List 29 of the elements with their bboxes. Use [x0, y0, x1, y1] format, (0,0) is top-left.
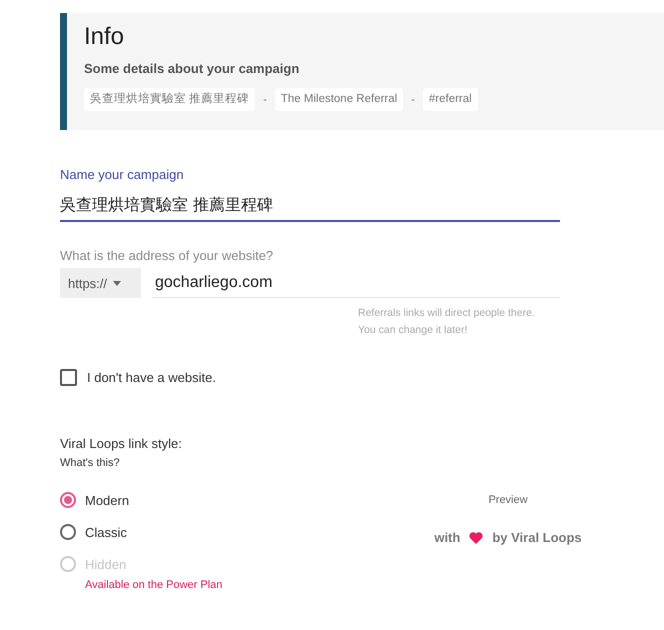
radio-label: Classic [85, 524, 127, 540]
campaign-tag: 吳查理烘培實驗室 推薦里程碑 [84, 88, 256, 111]
separator-text: - [263, 94, 267, 106]
separator-text: - [411, 94, 415, 106]
website-input[interactable]: gocharliego.com [152, 268, 560, 298]
help-text: You can change it later! [358, 323, 468, 338]
radio-button[interactable] [60, 524, 76, 540]
campaign-tag: #referral [422, 88, 478, 111]
radio-label: Modern [85, 492, 130, 508]
panel-subtitle: Some details about your campaign [84, 60, 300, 78]
radio-button[interactable] [60, 492, 76, 508]
field-label: What is the address of your website? [60, 248, 274, 264]
protocol-select[interactable]: https:// [60, 268, 141, 298]
preview-label: Preview [488, 493, 528, 508]
heart-icon [469, 532, 484, 544]
radio-label: Hidden [85, 556, 126, 572]
panel-title: Info [84, 23, 124, 51]
help-link[interactable]: What's this? [60, 456, 120, 470]
campaign-tag: The Milestone Referral [274, 88, 404, 111]
checkbox-label: I don't have a website. [87, 370, 216, 385]
help-text: Referrals links will direct people there. [358, 306, 535, 321]
checkbox[interactable] [60, 369, 77, 386]
caret-icon [113, 280, 122, 286]
plan-note: Available on the Power Plan [85, 579, 222, 591]
campaign-name-input[interactable]: 吳查理烘培實驗室 推薦里程碑 [60, 190, 560, 222]
badge-text: with [434, 530, 460, 545]
section-label: Viral Loops link style: [60, 435, 182, 453]
badge-text: by Viral Loops [492, 530, 582, 545]
field-label: Name your campaign [60, 167, 184, 183]
